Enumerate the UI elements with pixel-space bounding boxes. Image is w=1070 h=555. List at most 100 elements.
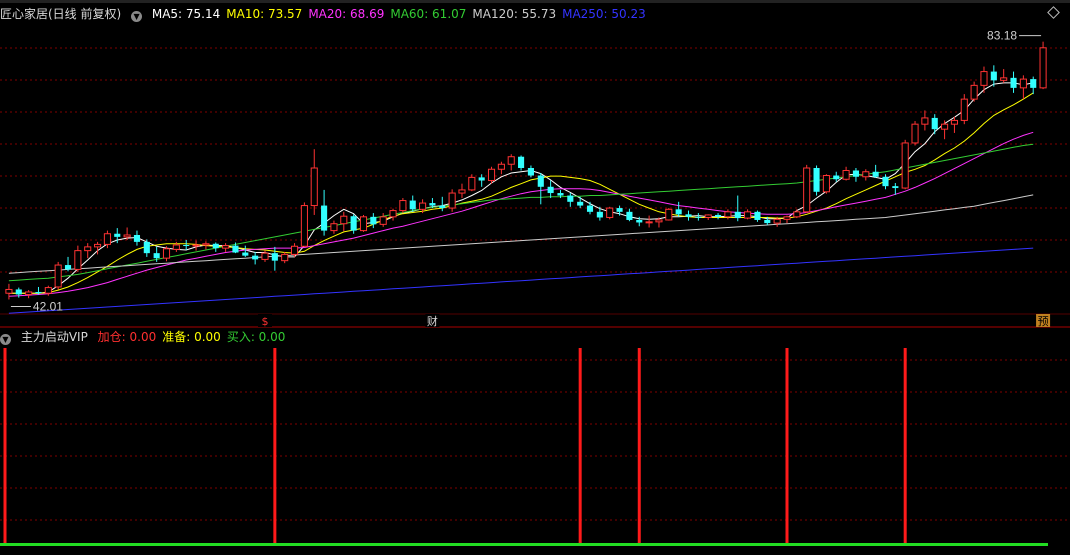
chevron-down-icon[interactable]: ▼ — [131, 11, 143, 22]
candle-down — [754, 211, 761, 220]
candlestick-chart[interactable]: 83.18 42.01 $ 财 预 — [0, 0, 1070, 552]
candle-down — [527, 168, 534, 176]
top-toolbar-strip — [0, 0, 1070, 3]
candle-up — [25, 291, 33, 295]
candle-up — [340, 215, 348, 225]
candle-down — [636, 219, 643, 223]
candle-up — [290, 245, 299, 255]
candle-up — [773, 218, 781, 224]
ma-legend: MA5: 75.14 MA10: 73.57 MA20: 68.69 MA60: 61… — [152, 7, 652, 21]
candle-down — [852, 170, 859, 177]
candle-up — [744, 211, 752, 219]
candle-down — [242, 252, 249, 256]
candle-up — [665, 208, 673, 221]
event-marker-s[interactable]: $ — [262, 315, 269, 328]
ma-legend-item: MA20: 68.69 — [308, 7, 385, 21]
candle-down — [695, 216, 702, 218]
candle-up — [94, 243, 102, 248]
stock-title[interactable]: 匠心家居(日线 前复权) — [0, 7, 121, 21]
candle-down — [813, 168, 820, 192]
candle-up — [921, 117, 929, 125]
candle-up — [300, 205, 308, 247]
candle-up — [123, 234, 131, 238]
candle-up — [822, 175, 830, 193]
candle-down — [1010, 77, 1017, 88]
candle-down — [626, 211, 633, 220]
ma-legend-item: MA10: 73.57 — [226, 7, 303, 21]
candle-up — [5, 288, 13, 294]
signal-bar — [637, 348, 641, 545]
candle-down — [153, 253, 160, 259]
candle-up — [911, 123, 919, 144]
candle-up — [941, 123, 949, 130]
signal-bar — [578, 348, 582, 545]
candle-down — [833, 175, 840, 180]
candle-down — [577, 201, 584, 206]
candle-down — [734, 211, 741, 219]
indicator-value-item: 加仓: 0.00 — [97, 330, 157, 344]
candle-up — [330, 223, 338, 232]
candle-up — [419, 202, 427, 210]
indicator-value-item: 准备: 0.00 — [162, 330, 221, 344]
candle-down — [271, 253, 278, 261]
candle-up — [192, 244, 200, 247]
ma-legend-item: MA250: 50.23 — [562, 7, 646, 21]
signal-bar — [273, 348, 277, 545]
candle-down — [675, 209, 682, 215]
ma-legend-item: MA60: 61.07 — [390, 7, 467, 21]
candle-down — [931, 117, 938, 130]
candle-up — [862, 171, 870, 178]
candle-down — [252, 255, 259, 260]
chevron-down-icon[interactable]: ▼ — [0, 334, 11, 345]
ma-legend-item: MA120: 55.73 — [472, 7, 557, 21]
indicator-values: 加仓: 0.00 准备: 0.00 买入: 0.00 — [98, 330, 292, 344]
candle-up — [1000, 77, 1008, 81]
candle-down — [350, 216, 357, 231]
candle-down — [429, 203, 436, 206]
candle-up — [389, 210, 397, 218]
candle-up — [1039, 47, 1047, 89]
candle-up — [970, 84, 978, 100]
candle-down — [232, 245, 239, 253]
candle-up — [379, 216, 387, 225]
event-marker-cai[interactable]: 财 — [427, 314, 438, 328]
candle-up — [448, 192, 456, 209]
indicator-name[interactable]: 主力启动VIP — [21, 330, 88, 344]
ma-line-ma120 — [8, 194, 1034, 274]
candle-up — [507, 156, 515, 165]
candle-up — [281, 253, 289, 262]
candle-up — [310, 167, 318, 207]
candle-up — [172, 244, 180, 250]
candle-up — [950, 119, 958, 125]
candle-down — [518, 156, 525, 168]
candle-up — [655, 219, 663, 223]
signal-bar — [3, 348, 7, 545]
candle-down — [557, 193, 564, 196]
min-price-label: 42.01 — [33, 299, 63, 313]
signal-bar — [785, 348, 789, 545]
candle-down — [133, 234, 141, 242]
candle-up — [783, 216, 791, 220]
baseline-bar — [0, 543, 1048, 546]
candle-down — [183, 245, 190, 247]
candle-up — [359, 216, 368, 232]
candle-down — [892, 186, 899, 189]
candle-down — [537, 175, 544, 187]
candle-up — [960, 98, 968, 121]
candle-up — [54, 264, 62, 288]
main-chart-header: 匠心家居(日线 前复权) ▼ MA5: 75.14 MA10: 73.57 MA20… — [0, 6, 658, 22]
candle-up — [162, 248, 171, 259]
candle-up — [103, 233, 111, 245]
candle-down — [212, 243, 219, 249]
candle-up — [44, 287, 52, 294]
event-marker-yu[interactable]: 预 — [1038, 315, 1049, 328]
candle-down — [321, 205, 328, 231]
candle-down — [596, 211, 603, 218]
candle-down — [586, 205, 594, 212]
max-price-label: 83.18 — [987, 29, 1017, 43]
candle-down — [872, 171, 879, 177]
candle-up — [487, 168, 496, 182]
candle-up — [606, 207, 614, 218]
candle-up — [468, 176, 476, 191]
candle-down — [439, 205, 446, 209]
